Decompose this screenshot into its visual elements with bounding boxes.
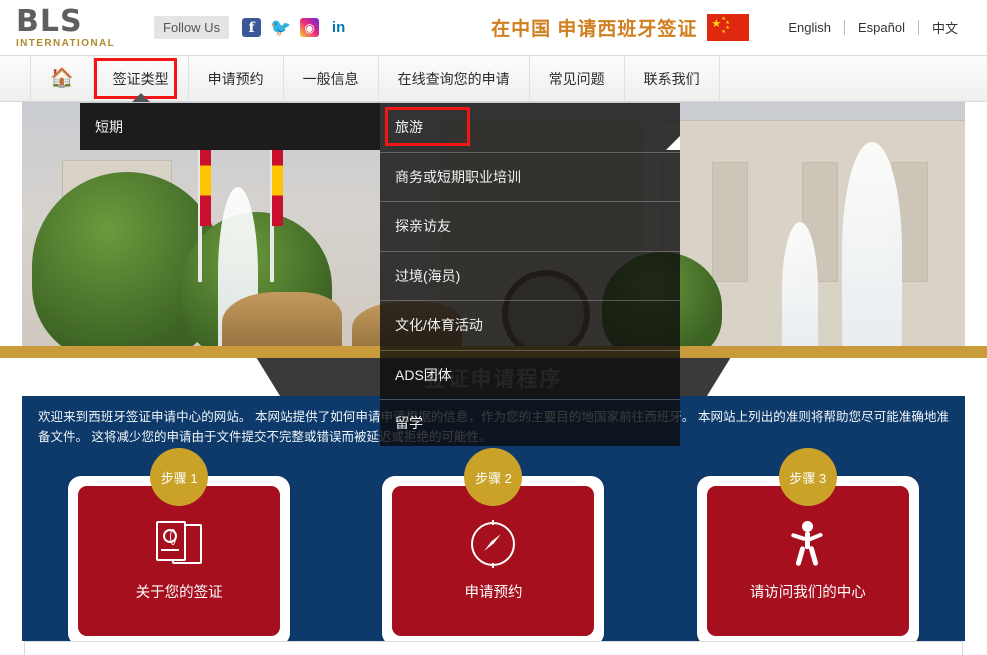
nav-active-caret-icon — [131, 93, 150, 102]
step-card-body: 申请预约 — [392, 486, 595, 636]
step-cards: 步骤 1 关于您的签证 步骤 2 申请预约 步骤 3 请访问我们的中心 — [22, 448, 965, 646]
walking-person-icon — [785, 520, 831, 567]
nav-item-track-application[interactable]: 在线查询您的申请 — [379, 56, 530, 101]
linkedin-icon[interactable]: in — [329, 18, 348, 37]
nav-item-visa-types[interactable]: 签证类型 — [93, 56, 189, 102]
dropdown-item-label: 探亲访友 — [395, 218, 451, 235]
dropdown-item-label: 文化/体育活动 — [395, 317, 483, 334]
nav-label: 在线查询您的申请 — [397, 70, 510, 87]
instagram-icon[interactable]: ◉ — [300, 18, 320, 37]
nav-label: 联系我们 — [643, 70, 700, 87]
dropdown-item-transit-seaman[interactable]: 过境(海员) — [380, 252, 680, 301]
compass-icon — [470, 519, 516, 568]
logo-subtext: INTERNATIONAL — [16, 37, 116, 49]
dropdown-item-label: 旅游 — [395, 119, 423, 136]
twitter-icon[interactable]: 🐦 — [270, 18, 291, 38]
page-root: BLS INTERNATIONAL Follow Us f 🐦 ◉ in 在中国… — [0, 0, 987, 655]
dropdown-menu-overflow: 留学 — [380, 400, 680, 446]
step-card-label: 请访问我们的中心 — [749, 584, 866, 601]
dropdown-category-label: 短期 — [95, 118, 123, 135]
social-links: f 🐦 ◉ in — [242, 18, 348, 38]
dropdown-item-tourism[interactable]: 旅游 — [380, 103, 680, 153]
page-title: 在中国 申请西班牙签证 — [491, 19, 698, 40]
nav-item-contact-us[interactable]: 联系我们 — [625, 56, 720, 101]
header-title-group: 在中国 申请西班牙签证 ★ ★ ★ ★ ★ — [491, 14, 750, 41]
dropdown-item-business[interactable]: 商务或短期职业培训 — [380, 153, 680, 202]
step-card-1[interactable]: 步骤 1 关于您的签证 — [68, 448, 291, 646]
site-logo[interactable]: BLS INTERNATIONAL — [16, 3, 126, 49]
hero-fountain-right2 — [782, 222, 818, 358]
nav-item-faq[interactable]: 常见问题 — [530, 56, 625, 101]
dropdown-item-family-visit[interactable]: 探亲访友 — [380, 202, 680, 252]
dropdown-item-label: 商务或短期职业培训 — [395, 168, 521, 185]
step-card-3[interactable]: 步骤 3 请访问我们的中心 — [696, 448, 919, 646]
logo-text: BLS — [16, 3, 83, 39]
step-card-2[interactable]: 步骤 2 申请预约 — [382, 448, 605, 646]
step-card-body: 关于您的签证 — [78, 486, 281, 636]
dropdown-item-ads-group[interactable]: ADS团体 — [380, 351, 680, 400]
dropdown-item-label: 留学 — [395, 415, 423, 431]
home-icon: 🏠 — [50, 68, 74, 89]
dropdown-menu: 旅游 商务或短期职业培训 探亲访友 过境(海员) 文化/体育活动 ADS团体 — [380, 103, 680, 400]
hero-fountain-right — [842, 142, 902, 358]
step-card-body: 请访问我们的中心 — [706, 486, 909, 636]
follow-us-label: Follow Us — [154, 16, 230, 39]
dropdown-item-label: ADS团体 — [395, 366, 452, 383]
dropdown-corner-triangle-icon — [666, 136, 680, 150]
dropdown-category-header[interactable]: 短期 — [80, 103, 380, 150]
nav-label: 一般信息 — [302, 70, 359, 87]
nav-label: 申请预约 — [207, 70, 264, 87]
nav-item-general-info[interactable]: 一般信息 — [284, 56, 379, 101]
nav-item-appointment[interactable]: 申请预约 — [189, 56, 284, 101]
lang-espanol[interactable]: Español — [845, 20, 918, 35]
dropdown-item-culture-sport[interactable]: 文化/体育活动 — [380, 301, 680, 351]
lang-chinese[interactable]: 中文 — [919, 18, 971, 37]
hero-window-a — [712, 162, 748, 282]
next-section-placeholder — [24, 641, 963, 655]
language-switcher: English Español 中文 — [775, 18, 971, 37]
step-card-label: 关于您的签证 — [135, 584, 223, 601]
step-card-label: 申请预约 — [464, 584, 523, 601]
dropdown-item-study[interactable]: 留学 — [380, 400, 680, 446]
site-header: BLS INTERNATIONAL Follow Us f 🐦 ◉ in 在中国… — [0, 0, 987, 55]
passport-icon — [156, 520, 203, 567]
step-badge: 步骤 3 — [778, 448, 837, 506]
dropdown-item-label: 过境(海员) — [395, 267, 461, 284]
nav-label: 常见问题 — [548, 70, 605, 87]
nav-home[interactable]: 🏠 — [30, 56, 94, 101]
lang-english[interactable]: English — [775, 20, 844, 35]
nav-label: 签证类型 — [112, 70, 169, 87]
facebook-icon[interactable]: f — [242, 18, 262, 37]
china-flag-icon: ★ ★ ★ ★ ★ — [707, 14, 750, 41]
main-navigation: 🏠 签证类型 申请预约 一般信息 在线查询您的申请 常见问题 联系我们 — [0, 55, 987, 102]
step-badge: 步骤 1 — [150, 448, 209, 506]
